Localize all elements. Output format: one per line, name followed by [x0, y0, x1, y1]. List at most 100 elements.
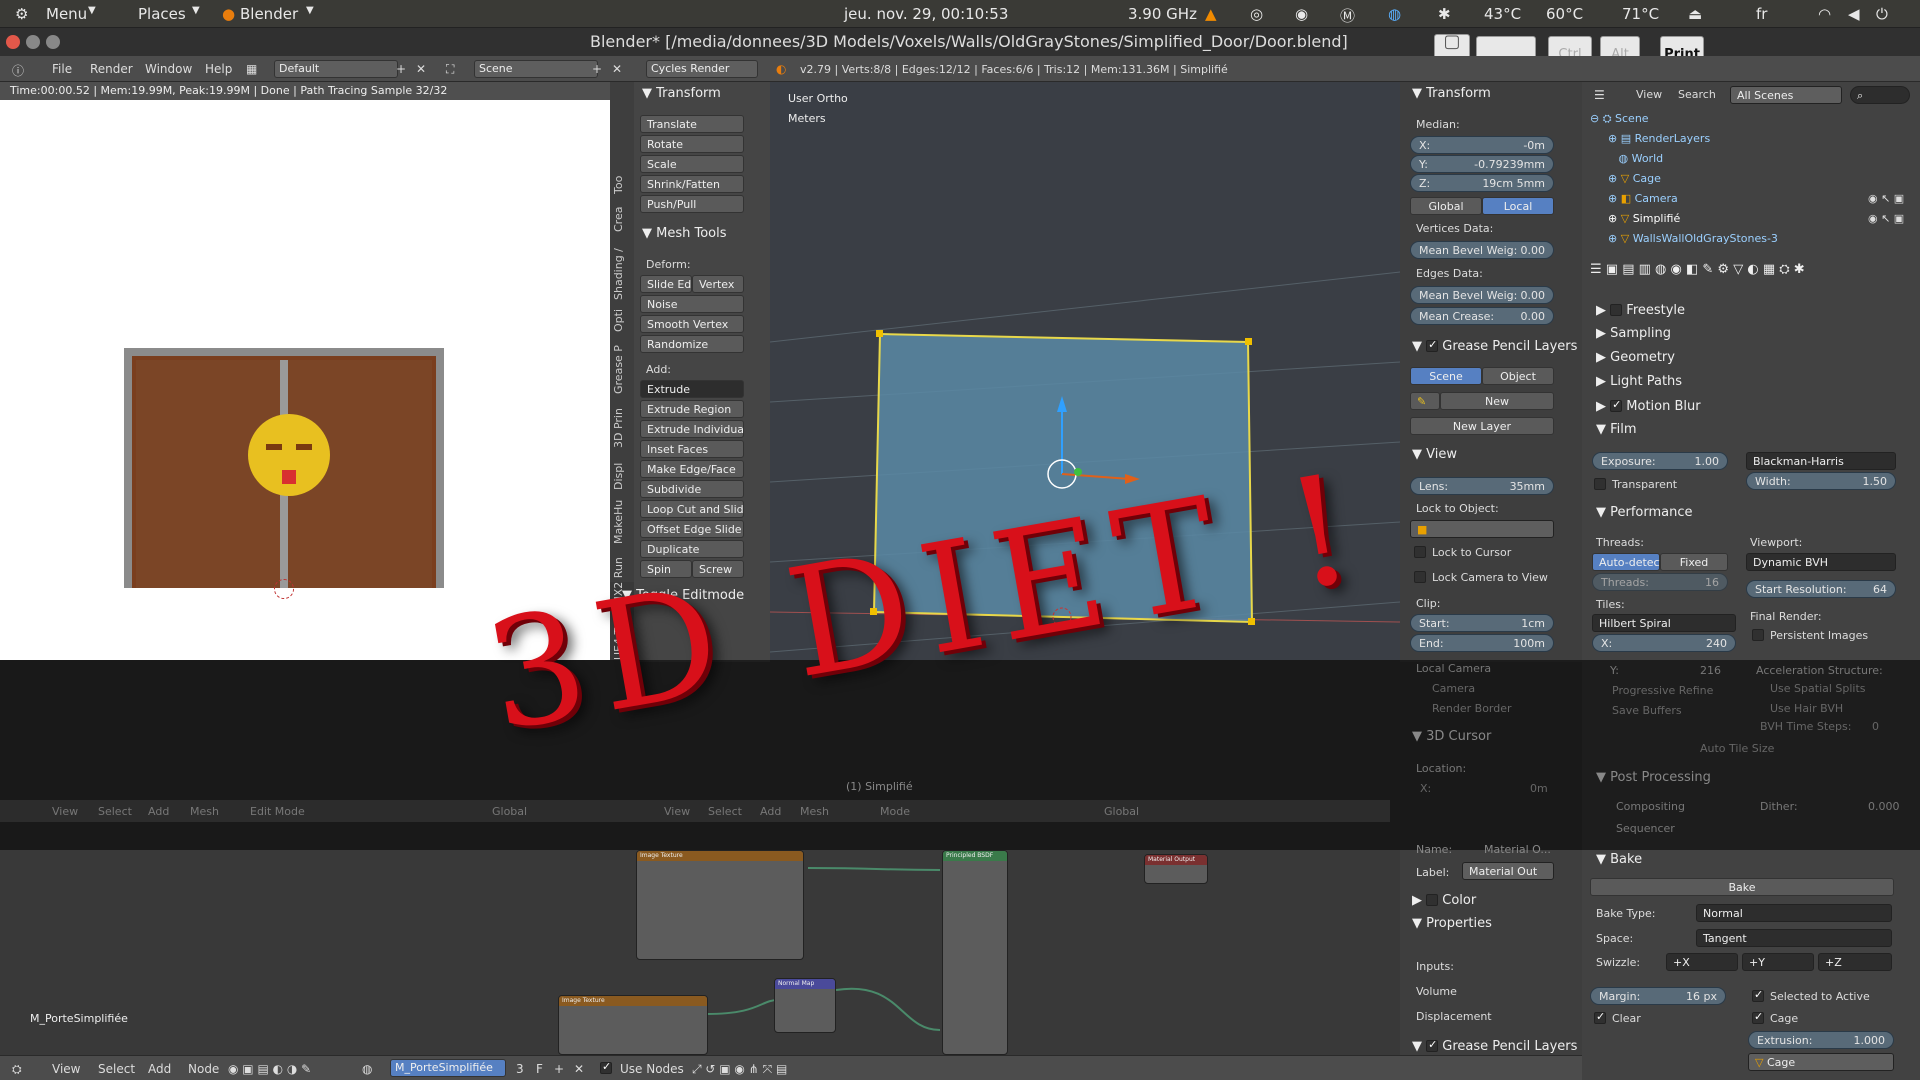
header2-orientation-select[interactable]: Global — [1104, 805, 1139, 818]
filter-width-field[interactable]: Width: 1.50 — [1746, 472, 1896, 490]
auto-detect-toggle[interactable]: Auto-detect — [1592, 553, 1664, 571]
wifi-icon[interactable]: ◠ — [1818, 5, 1831, 23]
outliner-item-camera[interactable]: ⊕ ◧ Camera — [1608, 192, 1678, 205]
node-properties-panel[interactable]: ▼ Properties — [1412, 916, 1492, 931]
node-add-menu[interactable]: Add — [148, 1062, 171, 1076]
margin-field[interactable]: Margin: 16 px — [1590, 987, 1726, 1005]
grease-pencil-header[interactable]: ▼ Grease Pencil Layers — [1412, 338, 1577, 354]
transform-panel-header[interactable]: ▼ Transform — [642, 86, 721, 101]
extrude-region-button[interactable]: Extrude Region — [640, 400, 744, 418]
image-texture-node[interactable]: Image Texture — [636, 850, 804, 960]
node-color-panel[interactable]: ▶ Color — [1412, 892, 1476, 908]
node-tool-icons[interactable]: ⤢ ↺ ▣ ◉ ⋔ ⤧ ▤ — [692, 1062, 787, 1077]
make-edge-face-button[interactable]: Make Edge/Face — [640, 460, 744, 478]
bake-panel[interactable]: ▼ Bake — [1596, 852, 1642, 867]
fixed-toggle[interactable]: Fixed — [1660, 553, 1728, 571]
clip-start-field[interactable]: Start: 1cm — [1410, 614, 1554, 632]
close-scene-icon[interactable]: ✕ — [612, 62, 622, 76]
add-scene-icon[interactable]: + — [592, 62, 602, 76]
swizzle-y-select[interactable]: +Y — [1742, 953, 1814, 971]
info-editor-icon[interactable]: ⓘ — [12, 62, 24, 79]
scene-select[interactable]: Scene — [474, 60, 598, 78]
menu-help[interactable]: Help — [205, 62, 232, 76]
median-x-field[interactable]: X: -0m — [1410, 136, 1554, 154]
unlink-material-icon[interactable]: ✕ — [574, 1062, 584, 1076]
header2-mode-select[interactable]: Mode — [880, 805, 910, 818]
add-layout-icon[interactable]: + — [396, 62, 406, 76]
volume-icon[interactable]: ◀ — [1848, 5, 1860, 23]
chrome-icon[interactable]: ◍ — [1388, 5, 1401, 23]
vlc-icon[interactable]: ▲ — [1205, 5, 1217, 23]
header-select-menu[interactable]: Select — [98, 805, 132, 818]
add-material-icon[interactable]: + — [554, 1062, 564, 1076]
clear-checkbox[interactable] — [1594, 1010, 1606, 1024]
header-view-menu[interactable]: View — [52, 805, 78, 818]
global-toggle[interactable]: Global — [1410, 197, 1482, 215]
fake-user-toggle[interactable]: F — [536, 1062, 543, 1076]
tab-display[interactable]: Displ — [612, 463, 625, 490]
close-window-button[interactable] — [6, 35, 20, 49]
material-select[interactable]: M_PorteSimplifiée — [390, 1059, 506, 1077]
light-paths-panel[interactable]: ▶ Light Paths — [1596, 374, 1682, 389]
persistent-images-checkbox[interactable] — [1752, 629, 1764, 641]
node-view-menu[interactable]: View — [52, 1062, 80, 1076]
messenger-icon[interactable]: Ⓜ — [1340, 5, 1355, 26]
film-panel[interactable]: ▼ Film — [1596, 422, 1637, 437]
node-label-field[interactable]: Material Out — [1462, 862, 1554, 880]
motion-blur-checkbox[interactable] — [1610, 398, 1623, 412]
bake-space-select[interactable]: Tangent — [1696, 929, 1892, 947]
tab-shading[interactable]: Shading / — [612, 248, 625, 300]
outliner-item-renderlayers[interactable]: ⊕ ▤ RenderLayers — [1608, 132, 1710, 145]
clip-end-field[interactable]: End: 100m — [1410, 634, 1554, 652]
view-panel-header[interactable]: ▼ View — [1412, 447, 1457, 462]
node-select-menu[interactable]: Select — [98, 1062, 135, 1076]
header-mesh-menu[interactable]: Mesh — [190, 805, 219, 818]
sampling-panel[interactable]: ▶ Sampling — [1596, 326, 1671, 341]
outliner-search-field[interactable]: ⌕ — [1850, 86, 1910, 104]
steam-icon[interactable]: ◉ — [1295, 5, 1308, 23]
cpu-frequency[interactable]: 3.90 GHz — [1128, 5, 1197, 23]
node-node-menu[interactable]: Node — [188, 1062, 219, 1076]
auto-tile-size-button[interactable]: Auto Tile Size — [1700, 742, 1774, 755]
camera-field[interactable]: Camera — [1432, 682, 1475, 695]
gp-new-button[interactable]: New — [1440, 392, 1554, 410]
threads-count-field[interactable]: Threads: 16 — [1592, 573, 1728, 591]
exposure-field[interactable]: Exposure: 1.00 — [1592, 452, 1728, 470]
loop-cut-button[interactable]: Loop Cut and Slide — [640, 500, 744, 518]
tab-makehuman[interactable]: MakeHu — [612, 500, 625, 544]
smooth-vertex-button[interactable]: Smooth Vertex — [640, 315, 744, 333]
maximize-window-button[interactable] — [46, 35, 60, 49]
filter-type-select[interactable]: Blackman-Harris — [1746, 452, 1896, 470]
bake-button[interactable]: Bake — [1590, 878, 1894, 896]
outliner-filter-select[interactable]: All Scenes — [1730, 86, 1842, 104]
outliner-editor-icon[interactable]: ☰ — [1594, 88, 1605, 102]
freestyle-panel[interactable]: ▶ Freestyle — [1596, 302, 1685, 318]
swizzle-z-select[interactable]: +Z — [1818, 953, 1892, 971]
translate-button[interactable]: Translate — [640, 115, 744, 133]
outliner-item-walls[interactable]: ⊕ ▽ WallsWallOldGrayStones-3 — [1608, 232, 1778, 245]
node-grease-pencil-panel[interactable]: ▼ Grease Pencil Layers — [1412, 1038, 1577, 1054]
menu-window[interactable]: Window — [145, 62, 192, 76]
performance-panel[interactable]: ▼ Performance — [1596, 505, 1693, 520]
median-y-field[interactable]: Y: -0.79239mm — [1410, 155, 1554, 173]
outliner-search-menu[interactable]: Search — [1678, 88, 1716, 101]
rotate-button[interactable]: Rotate — [640, 135, 744, 153]
slide-vertex-button[interactable]: Vertex — [692, 275, 744, 293]
eye-icon[interactable]: ◉ ↖ ▣ — [1868, 212, 1904, 225]
post-processing-panel[interactable]: ▼ Post Processing — [1596, 770, 1711, 785]
noise-button[interactable]: Noise — [640, 295, 744, 313]
scale-button[interactable]: Scale — [640, 155, 744, 173]
local-toggle[interactable]: Local — [1482, 197, 1554, 215]
geometry-panel[interactable]: ▶ Geometry — [1596, 350, 1675, 365]
outliner-item-world[interactable]: ◍ World — [1608, 152, 1663, 165]
eye-icon[interactable]: ◉ ↖ ▣ — [1868, 192, 1904, 205]
mesh-tools-header[interactable]: ▼ Mesh Tools — [642, 226, 727, 241]
extrude-select[interactable]: Extrude — [640, 380, 744, 398]
outliner-item-scene[interactable]: ⊖ ⛭ Scene — [1590, 112, 1649, 126]
bvh-select[interactable]: Dynamic BVH — [1746, 553, 1896, 571]
lens-field[interactable]: Lens: 35mm — [1410, 477, 1554, 495]
layout-select[interactable]: Default — [274, 60, 398, 78]
offset-edge-slide-button[interactable]: Offset Edge Slide — [640, 520, 744, 538]
gp-scene-toggle[interactable]: Scene — [1410, 367, 1482, 385]
edge-bevel-field[interactable]: Mean Bevel Weig: 0.00 — [1410, 286, 1554, 304]
